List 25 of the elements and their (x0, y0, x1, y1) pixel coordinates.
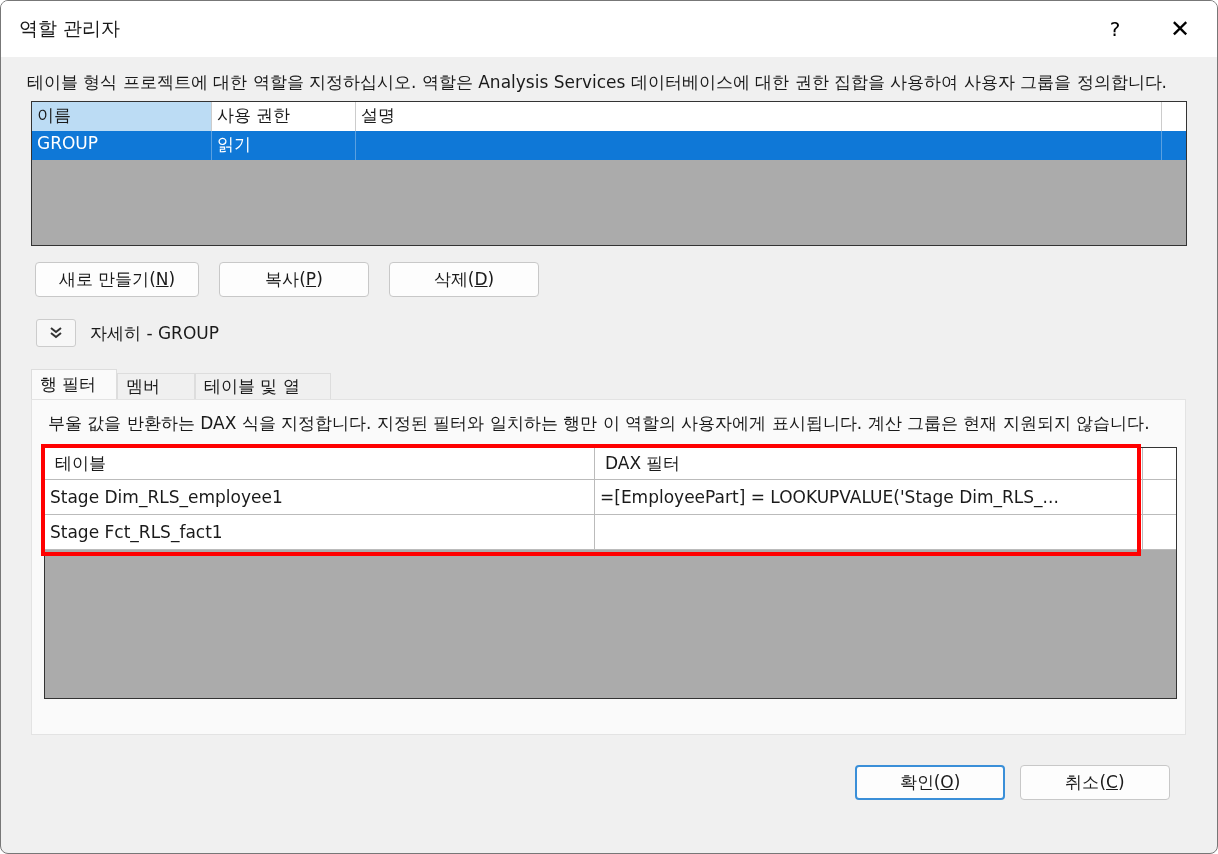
expand-button[interactable] (36, 319, 76, 347)
filter-description: 부울 값을 반환하는 DAX 식을 지정합니다. 지정된 필터와 일치하는 행만 이 역할의 사용자에게 표시됩니다. 계산 그룹은 현재 지원되지 않습니다. (47, 412, 1151, 434)
column-header: 테이블 (55, 452, 106, 475)
table-cell: Stage Dim_RLS_employee1 (50, 487, 283, 507)
column-header: DAX 필터 (605, 452, 681, 475)
tab[interactable]: 행 필터 (31, 369, 117, 399)
chevron-icon (49, 326, 63, 340)
table-cell: GROUP (37, 133, 99, 153)
dialog-button[interactable]: 확인(O) (855, 765, 1005, 800)
help-button[interactable]: ? (1087, 1, 1143, 57)
dialog-button[interactable]: 취소(C) (1020, 765, 1170, 800)
tab[interactable]: 테이블 및 열 (195, 373, 331, 399)
table-cell: =[EmployeePart] = LOOKUPVALUE('Stage Dim_RLS_... (600, 487, 1059, 507)
role-action-button[interactable]: 삭제(D) (389, 262, 539, 297)
role-row[interactable]: GROUP 읽기 (32, 131, 1186, 160)
role-action-button[interactable]: 새로 만들기(N) (35, 262, 199, 297)
close-button[interactable]: ✕ (1143, 1, 1217, 57)
description-text: 테이블 형식 프로젝트에 대한 역할을 지정하십시오. 역할은 Analysis Services 데이터베이스에 대한 권한 집합을 사용하여 사용자 그룹을 정의합니다. (27, 71, 1168, 93)
role-action-button[interactable]: 복사(P) (219, 262, 369, 297)
window-title: 역할 관리자 (19, 16, 122, 41)
details-label: 자세히 - GROUP (90, 321, 219, 345)
tab[interactable]: 멤버 (117, 373, 195, 399)
table-cell: 읽기 (217, 134, 251, 154)
column-header[interactable]: 이름 (32, 102, 212, 131)
table-cell: Stage Fct_RLS_fact1 (50, 522, 223, 542)
